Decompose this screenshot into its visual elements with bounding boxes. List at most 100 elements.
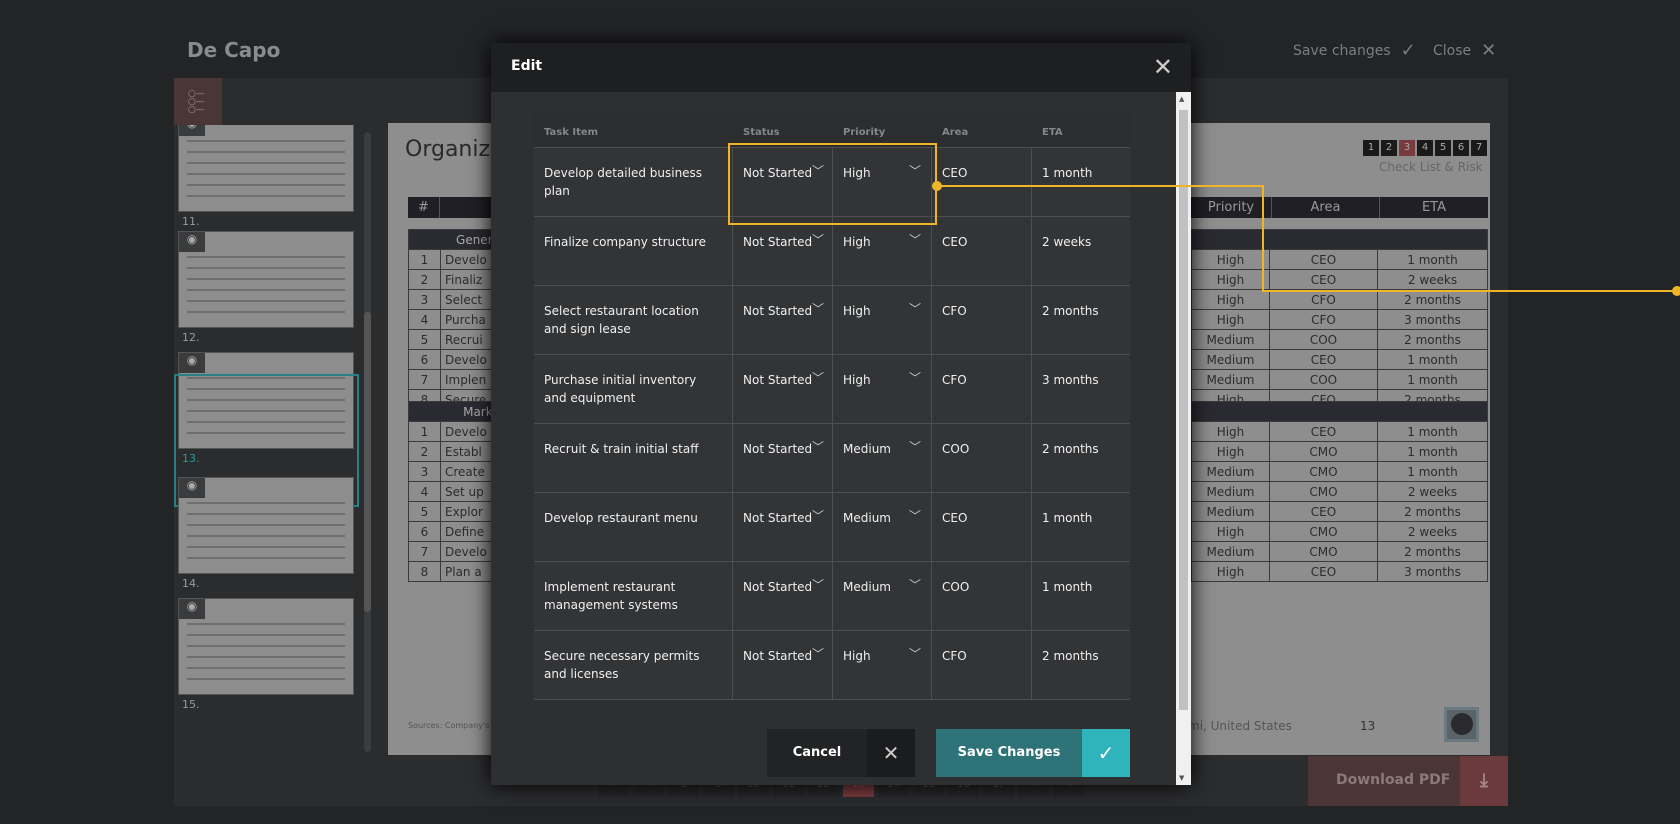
priority-select[interactable]: Medium ﹀ <box>833 493 932 561</box>
eye-icon[interactable]: ◉ <box>179 125 205 136</box>
thumbnail-line <box>187 311 345 313</box>
task-item: Finalize company structure <box>534 217 733 285</box>
save-changes-link[interactable]: Save changes ✓ <box>1293 40 1416 61</box>
task-item: Develop detailed business plan <box>534 148 733 216</box>
priority-value: High <box>843 304 871 318</box>
status-select[interactable]: Not Started ﹀ <box>733 217 833 285</box>
group-header-row <box>1191 229 1488 250</box>
thumbnail-line <box>187 195 345 197</box>
eta-value: 2 weeks <box>1042 235 1092 249</box>
row-number: 1 <box>408 249 441 270</box>
thumbnail-line <box>187 140 345 142</box>
eye-icon[interactable]: ◉ <box>179 232 205 252</box>
priority-value: High <box>843 649 871 663</box>
section-table-right: High CEO 1 month High CEO 2 weeks High CFO 2 mon… <box>1191 229 1488 410</box>
col-header-priority: Priority <box>1191 197 1272 218</box>
row-priority: High <box>1191 421 1270 442</box>
modal-close-icon[interactable]: ✕ <box>1153 53 1173 81</box>
group-header-row <box>1191 401 1488 422</box>
sources-note: Sources: Company's Pr <box>408 721 500 730</box>
row-eta: 3 months <box>1377 561 1488 582</box>
row-priority: High <box>1191 269 1270 290</box>
eta-value: 2 months <box>1042 442 1099 456</box>
doc-page-tab[interactable]: 3 <box>1399 140 1415 156</box>
status-select[interactable]: Not Started ﹀ <box>733 355 833 423</box>
doc-page-tab[interactable]: 1 <box>1363 140 1379 156</box>
priority-select[interactable]: High ﹀ <box>833 631 932 699</box>
row-area: CMO <box>1269 461 1378 482</box>
eye-icon[interactable]: ◉ <box>179 478 205 498</box>
row-priority: Medium <box>1191 369 1270 390</box>
priority-value: High <box>843 373 871 387</box>
thumbnail-line <box>187 557 345 559</box>
row-number: 7 <box>408 541 441 562</box>
priority-select[interactable]: Medium ﹀ <box>833 562 932 630</box>
thumbnail-line <box>187 656 345 658</box>
doc-page-tab[interactable]: 6 <box>1453 140 1469 156</box>
table-row: High CMO 1 month <box>1191 441 1488 462</box>
row-area: COO <box>1269 369 1378 390</box>
eye-icon[interactable]: ◉ <box>179 353 205 373</box>
table-row: Implement restaurant management systems N… <box>534 562 1130 631</box>
page-thumbnail[interactable]: ◉ <box>178 598 354 695</box>
thumbnail-line <box>187 678 345 680</box>
priority-value: High <box>843 235 871 249</box>
column-header: ETA <box>1042 127 1063 138</box>
status-select[interactable]: Not Started ﹀ <box>733 424 833 492</box>
area-value: COO <box>932 424 1032 492</box>
row-priority: Medium <box>1191 501 1270 522</box>
thumbnail-line <box>187 289 345 291</box>
table-row: Medium CMO 1 month <box>1191 461 1488 482</box>
table-row: High CFO 3 months <box>1191 309 1488 330</box>
row-eta: 2 months <box>1377 541 1488 562</box>
priority-value: Medium <box>843 580 891 594</box>
page-thumbnail[interactable]: ◉ <box>178 231 354 328</box>
chevron-down-icon: ﹀ <box>811 578 824 592</box>
col-header-area: Area <box>1272 197 1380 218</box>
row-area: CFO <box>1269 309 1378 330</box>
status-select[interactable]: Not Started ﹀ <box>733 493 833 561</box>
priority-select[interactable]: High ﹀ <box>833 355 932 423</box>
list-icon: ○— ○— ○— <box>188 89 205 115</box>
row-priority: Medium <box>1191 541 1270 562</box>
cancel-button[interactable]: Cancel ✕ <box>767 729 915 777</box>
page-thumbnail[interactable]: ◉ <box>178 125 354 212</box>
doc-page-tab[interactable]: 7 <box>1471 140 1487 156</box>
area-value: CFO <box>932 355 1032 423</box>
footer-page-number: 13 <box>1360 719 1376 733</box>
status-select[interactable]: Not Started ﹀ <box>733 631 833 699</box>
check-icon: ✓ <box>1400 40 1416 61</box>
doc-page-tab[interactable]: 4 <box>1417 140 1433 156</box>
row-eta: 1 month <box>1377 441 1488 462</box>
status-select[interactable]: Not Started ﹀ <box>733 286 833 354</box>
chevron-down-icon: ﹀ <box>811 509 824 523</box>
thumbnail-scrollbar[interactable] <box>364 132 371 752</box>
row-priority: Medium <box>1191 481 1270 502</box>
thumbnail-line <box>187 256 345 258</box>
row-priority: High <box>1191 521 1270 542</box>
doc-page-tab[interactable]: 2 <box>1381 140 1397 156</box>
menu-button[interactable]: ○— ○— ○— <box>174 78 222 125</box>
column-header: Area <box>942 127 969 138</box>
save-changes-button[interactable]: Save Changes ✓ <box>936 729 1130 777</box>
priority-select[interactable]: High ﹀ <box>833 217 932 285</box>
priority-value: Medium <box>843 511 891 525</box>
priority-select[interactable]: High ﹀ <box>833 286 932 354</box>
area-value: CFO <box>932 631 1032 699</box>
status-value: Not Started <box>743 235 813 249</box>
download-pdf-button[interactable]: Download PDF ⤓ <box>1308 756 1508 806</box>
doc-page-tab[interactable]: 5 <box>1435 140 1451 156</box>
page-thumbnail[interactable]: ◉ <box>178 477 354 574</box>
area-value: CEO <box>932 493 1032 561</box>
download-label: Download PDF <box>1336 772 1451 788</box>
eye-icon[interactable]: ◉ <box>179 599 205 619</box>
task-item: Select restaurant location and sign leas… <box>534 286 733 354</box>
table-row: High CEO 2 weeks <box>1191 269 1488 290</box>
priority-select[interactable]: Medium ﹀ <box>833 424 932 492</box>
status-select[interactable]: Not Started ﹀ <box>733 562 833 630</box>
thumbnail-line <box>187 623 345 625</box>
connector-dot <box>1672 286 1680 296</box>
thumbnail-line <box>187 634 345 636</box>
close-link[interactable]: Close ✕ <box>1433 40 1496 61</box>
modal-scrollbar[interactable]: ▲ ▼ <box>1176 92 1191 785</box>
